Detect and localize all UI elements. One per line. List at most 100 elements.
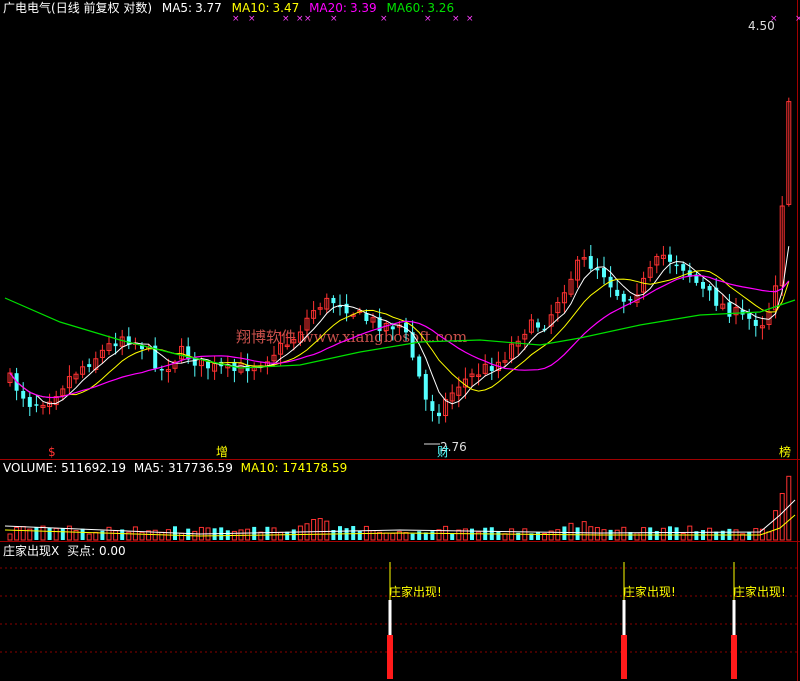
cross-marker: × bbox=[452, 14, 460, 24]
volume-bar bbox=[430, 531, 435, 540]
volume-bar bbox=[317, 518, 323, 541]
volume-bar bbox=[252, 526, 257, 540]
candle-body bbox=[674, 264, 679, 267]
volume-bar bbox=[568, 522, 574, 541]
volume-bar bbox=[496, 531, 501, 540]
cross-marker: × bbox=[380, 14, 388, 24]
volume-bar bbox=[536, 532, 540, 540]
volume-bar bbox=[324, 520, 330, 541]
candle-body bbox=[628, 299, 633, 301]
candle-body bbox=[206, 361, 210, 369]
volume-bar bbox=[641, 527, 647, 541]
signal-bar-red bbox=[387, 635, 393, 679]
cross-marker: × bbox=[795, 14, 800, 24]
candle-body bbox=[727, 302, 732, 317]
volume-bar bbox=[113, 530, 119, 541]
volume-bar bbox=[660, 527, 666, 541]
signal-bar-white bbox=[388, 600, 392, 635]
candle-body bbox=[113, 343, 118, 347]
candle-body bbox=[588, 256, 593, 269]
volume-bar bbox=[159, 531, 165, 541]
volume-bar bbox=[351, 526, 356, 540]
volume-bar bbox=[403, 532, 409, 541]
volume-bar bbox=[86, 533, 92, 541]
volume-bar bbox=[139, 531, 145, 541]
volume-bar bbox=[278, 531, 284, 541]
volume-bar bbox=[621, 526, 627, 541]
volume-bar bbox=[436, 529, 442, 541]
volume-bar bbox=[271, 527, 277, 541]
candle-body bbox=[126, 336, 131, 345]
cross-marker: × bbox=[282, 14, 290, 24]
cross-marker: × bbox=[296, 14, 304, 24]
volume-bar bbox=[562, 526, 567, 540]
volume-bar bbox=[753, 528, 759, 541]
cross-marker: × bbox=[466, 14, 474, 24]
volume-bar bbox=[727, 528, 732, 540]
candle-body bbox=[27, 397, 32, 407]
candle-body bbox=[489, 366, 494, 371]
candle-body bbox=[331, 297, 336, 304]
cross-marker: × bbox=[304, 14, 312, 24]
volume-bar bbox=[470, 528, 474, 540]
cross-marker: × bbox=[232, 14, 240, 24]
volume-bar bbox=[265, 526, 270, 540]
candle-body bbox=[437, 412, 441, 417]
signal-bar-red bbox=[731, 635, 737, 679]
volume-bar bbox=[258, 531, 264, 541]
candle-body bbox=[390, 326, 395, 330]
volume-bar bbox=[410, 533, 415, 540]
volume-bar bbox=[285, 531, 290, 540]
volume-bar bbox=[417, 531, 422, 540]
volume-bar bbox=[100, 530, 105, 540]
candle-body bbox=[681, 264, 686, 271]
candle-body bbox=[87, 364, 92, 367]
volume-bar bbox=[34, 527, 39, 540]
candle-body bbox=[21, 390, 26, 399]
signal-bar-white bbox=[622, 600, 626, 635]
volume-bar bbox=[357, 530, 362, 540]
volume-bar bbox=[594, 527, 600, 541]
volume-bar bbox=[297, 525, 303, 541]
candle-body bbox=[615, 289, 620, 296]
volume-bar bbox=[747, 531, 752, 540]
candle-body bbox=[423, 374, 428, 400]
volume-bar bbox=[338, 526, 342, 540]
volume-bar bbox=[132, 526, 138, 541]
volume-bar bbox=[456, 529, 462, 541]
volume-bar bbox=[502, 533, 508, 541]
volume-bar bbox=[581, 521, 587, 541]
volume-bar bbox=[60, 528, 65, 540]
volume-bar bbox=[766, 531, 772, 541]
volume-bar bbox=[674, 527, 679, 540]
volume-bar bbox=[390, 532, 396, 541]
cross-marker: × bbox=[248, 14, 256, 24]
ma5-line bbox=[9, 246, 790, 405]
volume-bar bbox=[648, 527, 653, 540]
volume-bar bbox=[668, 526, 672, 540]
candle-body bbox=[602, 267, 606, 278]
candle-body bbox=[159, 369, 164, 371]
candle-body bbox=[707, 286, 712, 291]
volume-bar bbox=[383, 532, 389, 541]
volume-bar bbox=[370, 530, 376, 541]
volume-bar bbox=[634, 532, 640, 541]
volume-bar bbox=[311, 518, 317, 541]
cross-marker: × bbox=[424, 14, 432, 24]
volume-bar bbox=[186, 528, 191, 540]
ma60-line bbox=[4, 297, 796, 369]
volume-bar bbox=[773, 510, 779, 541]
volume-bar bbox=[687, 525, 693, 541]
cross-marker: × bbox=[330, 14, 338, 24]
candle-body bbox=[621, 293, 626, 302]
candle-body bbox=[430, 401, 435, 411]
volume-bar bbox=[575, 527, 580, 540]
volume-bar bbox=[7, 533, 13, 541]
volume-bar bbox=[680, 532, 686, 541]
candle-body bbox=[536, 322, 540, 328]
volume-bar bbox=[40, 525, 46, 541]
volume-bar bbox=[714, 531, 719, 540]
volume-bar bbox=[779, 492, 785, 541]
candle-body bbox=[701, 281, 705, 289]
volume-bar bbox=[47, 527, 52, 540]
